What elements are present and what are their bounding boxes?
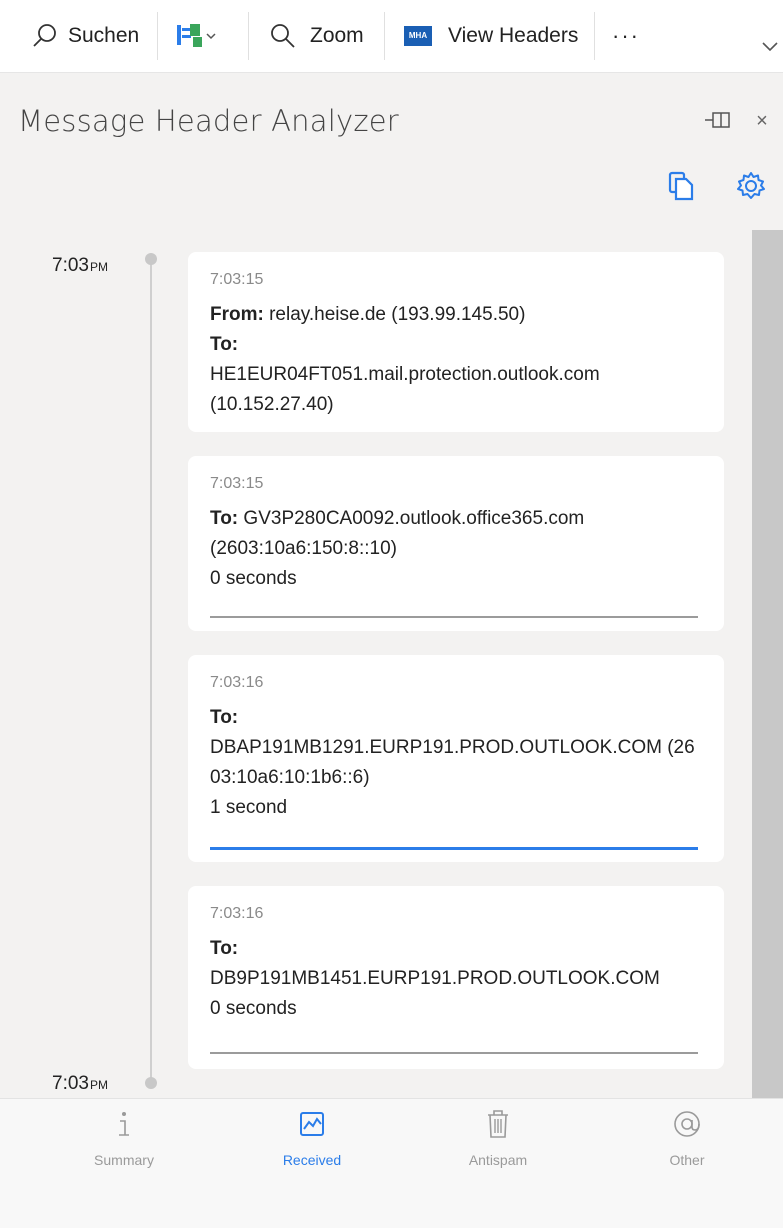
info-icon [119, 1112, 129, 1136]
hop-delay: 1 second [210, 797, 288, 818]
delay-bar [210, 1052, 698, 1054]
hop-time: 7:03:15 [210, 475, 264, 492]
toolbar-divider [248, 12, 249, 60]
chevron-down-icon [206, 33, 216, 40]
hop-from: From: relay.heise.de (193.99.145.50) [210, 300, 702, 330]
hop-time: 7:03:15 [210, 271, 264, 288]
hop-delay: 0 seconds [210, 568, 297, 589]
hop-time: 7:03:16 [210, 674, 264, 691]
to-value: DB9P191MB1451.EURP191.PROD.OUTLOOK.COM [210, 968, 660, 989]
nav-received[interactable]: Received [217, 1107, 407, 1168]
timeline-start-ampm: PM [89, 260, 108, 274]
nav-antispam[interactable]: Antispam [403, 1107, 593, 1168]
timeline-line [150, 258, 152, 1080]
to-value: DBAP191MB1291.EURP191.PROD.OUTLOOK.COM (… [210, 737, 695, 788]
close-pane-button[interactable]: × [752, 110, 772, 133]
timeline-start-time-value: 7:03 [52, 255, 89, 276]
pane-title: Message Header Analyzer [18, 104, 399, 138]
hop-card[interactable]: 7:03:16 To: DB9P191MB1451.EURP191.PROD.O… [188, 886, 724, 1069]
timeline-start-dot [145, 253, 157, 265]
to-label: To: [210, 707, 239, 728]
zoom-button[interactable]: Zoom [268, 16, 364, 56]
hop-time: 7:03:16 [210, 905, 264, 922]
to-label: To: [210, 938, 239, 959]
search-label: Suchen [68, 24, 140, 47]
more-icon: ··· [612, 23, 640, 48]
zoom-icon [271, 24, 295, 48]
nav-antispam-label: Antispam [468, 1152, 528, 1168]
gear-icon[interactable] [735, 170, 767, 202]
more-options-button[interactable]: ··· [612, 16, 640, 56]
ribbon-toolbar: Suchen Zoom MHA View Headers ··· [0, 0, 783, 73]
search-icon [33, 24, 56, 47]
view-headers-label: View Headers [448, 24, 579, 47]
to-label: To: [210, 334, 239, 355]
scrollbar[interactable] [752, 230, 783, 1098]
to-value: GV3P280CA0092.outlook.office365.com (260… [210, 508, 585, 559]
to-value: HE1EUR04FT051.mail.protection.outlook.co… [210, 364, 600, 415]
delay-bar [210, 847, 698, 850]
translate-icon [177, 24, 202, 47]
from-value: relay.heise.de (193.99.145.50) [269, 304, 526, 325]
search-button[interactable]: Suchen [30, 16, 139, 56]
mha-icon: MHA [404, 26, 432, 46]
to-label: To: [210, 508, 239, 529]
view-headers-button[interactable]: MHA View Headers [404, 16, 578, 56]
hop-to: To: GV3P280CA0092.outlook.office365.com … [210, 504, 702, 564]
pin-icon[interactable] [703, 108, 733, 132]
ribbon-expand-icon[interactable] [761, 40, 779, 54]
timeline-start-time: 7:03PM [52, 255, 108, 277]
at-sign-icon [674, 1111, 700, 1137]
toolbar-divider [157, 12, 158, 60]
from-label: From: [210, 304, 264, 325]
nav-received-label: Received [282, 1152, 342, 1168]
toolbar-divider [384, 12, 385, 60]
bottom-nav: Summary Received Antispam Other [0, 1098, 783, 1228]
nav-summary[interactable]: Summary [29, 1107, 219, 1168]
timeline-end-time-value: 7:03 [52, 1073, 89, 1094]
toolbar-divider [594, 12, 595, 60]
timeline-end-ampm: PM [89, 1078, 108, 1092]
hop-card[interactable]: 7:03:15 To: GV3P280CA0092.outlook.office… [188, 456, 724, 631]
hop-delay: 0 seconds [210, 998, 297, 1019]
nav-summary-label: Summary [94, 1152, 154, 1168]
zoom-label: Zoom [310, 24, 364, 47]
copy-icon[interactable] [666, 170, 698, 202]
nav-other-label: Other [669, 1152, 705, 1168]
timeline-end-time: 7:03PM [52, 1073, 108, 1095]
hop-card[interactable]: 7:03:15 From: relay.heise.de (193.99.145… [188, 252, 724, 432]
chart-icon [300, 1112, 324, 1136]
translate-button[interactable] [175, 16, 217, 56]
hop-card[interactable]: 7:03:16 To: DBAP191MB1291.EURP191.PROD.O… [188, 655, 724, 862]
timeline-end-dot [145, 1077, 157, 1089]
trash-icon [488, 1110, 508, 1138]
delay-bar [210, 616, 698, 618]
nav-other[interactable]: Other [592, 1107, 782, 1168]
